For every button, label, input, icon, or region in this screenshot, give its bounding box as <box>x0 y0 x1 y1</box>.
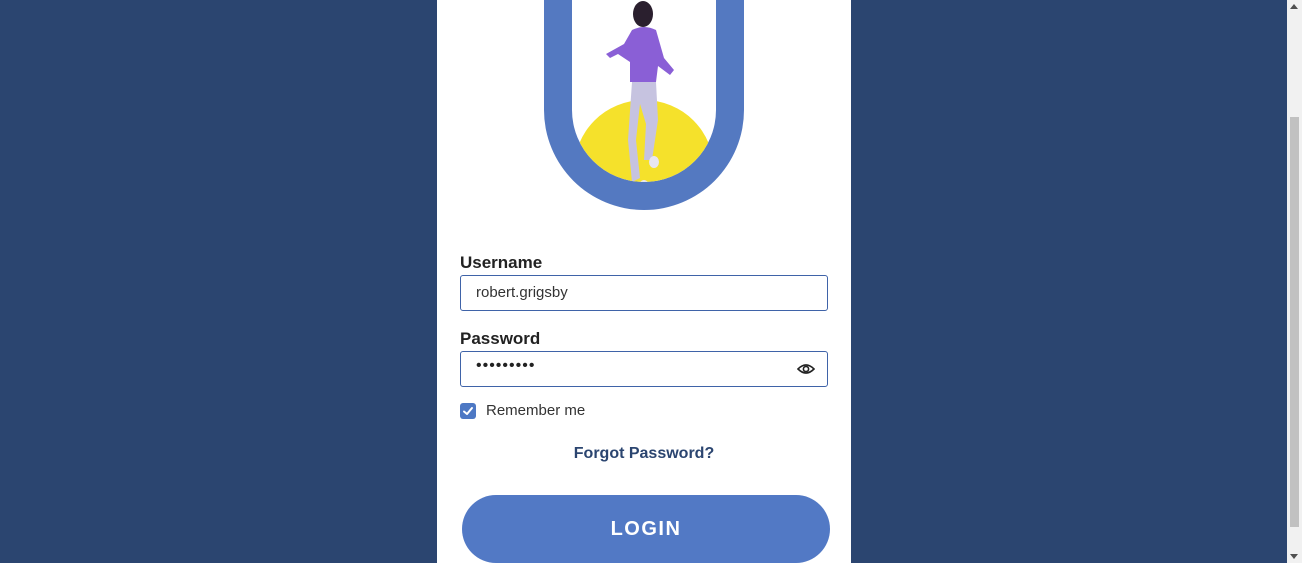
page: Username robert.grigsby Password •••••••… <box>0 0 1302 563</box>
username-field[interactable]: robert.grigsby <box>460 275 828 311</box>
scrollbar-thumb[interactable] <box>1290 117 1299 527</box>
checkmark-icon <box>463 407 473 415</box>
scroll-up-arrow-icon[interactable] <box>1290 4 1298 9</box>
password-field[interactable]: ••••••••• <box>460 351 828 387</box>
remember-me-checkbox[interactable] <box>460 403 476 419</box>
remember-me-label[interactable]: Remember me <box>486 402 585 419</box>
login-card: Username robert.grigsby Password •••••••… <box>437 0 851 563</box>
scroll-down-arrow-icon[interactable] <box>1290 554 1298 559</box>
login-button[interactable]: LOGIN <box>462 495 830 563</box>
password-label: Password <box>460 329 541 348</box>
eye-icon[interactable] <box>797 361 815 377</box>
password-value: ••••••••• <box>476 357 536 374</box>
username-value: robert.grigsby <box>476 284 568 301</box>
forgot-password-link[interactable]: Forgot Password? <box>437 445 851 463</box>
hero-illustration <box>544 0 744 210</box>
page-scrollbar[interactable] <box>1287 0 1302 563</box>
username-label: Username <box>460 253 543 272</box>
